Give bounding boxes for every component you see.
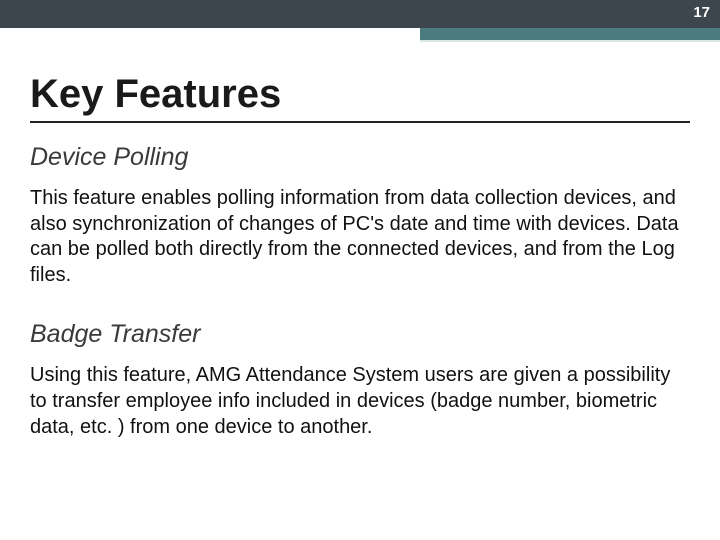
- slide: 17 Key Features Device Polling This feat…: [0, 0, 720, 540]
- section-body: Using this feature, AMG Attendance Syste…: [30, 363, 680, 440]
- page-number: 17: [693, 4, 710, 21]
- title-underline: [30, 121, 690, 123]
- section-heading: Device Polling: [30, 143, 690, 172]
- section-heading: Badge Transfer: [30, 320, 690, 349]
- top-bar: 17: [0, 0, 720, 28]
- page-title: Key Features: [30, 72, 690, 117]
- accent-bar: [420, 28, 720, 42]
- content-area: Key Features Device Polling This feature…: [0, 28, 720, 440]
- section-body: This feature enables polling information…: [30, 186, 680, 288]
